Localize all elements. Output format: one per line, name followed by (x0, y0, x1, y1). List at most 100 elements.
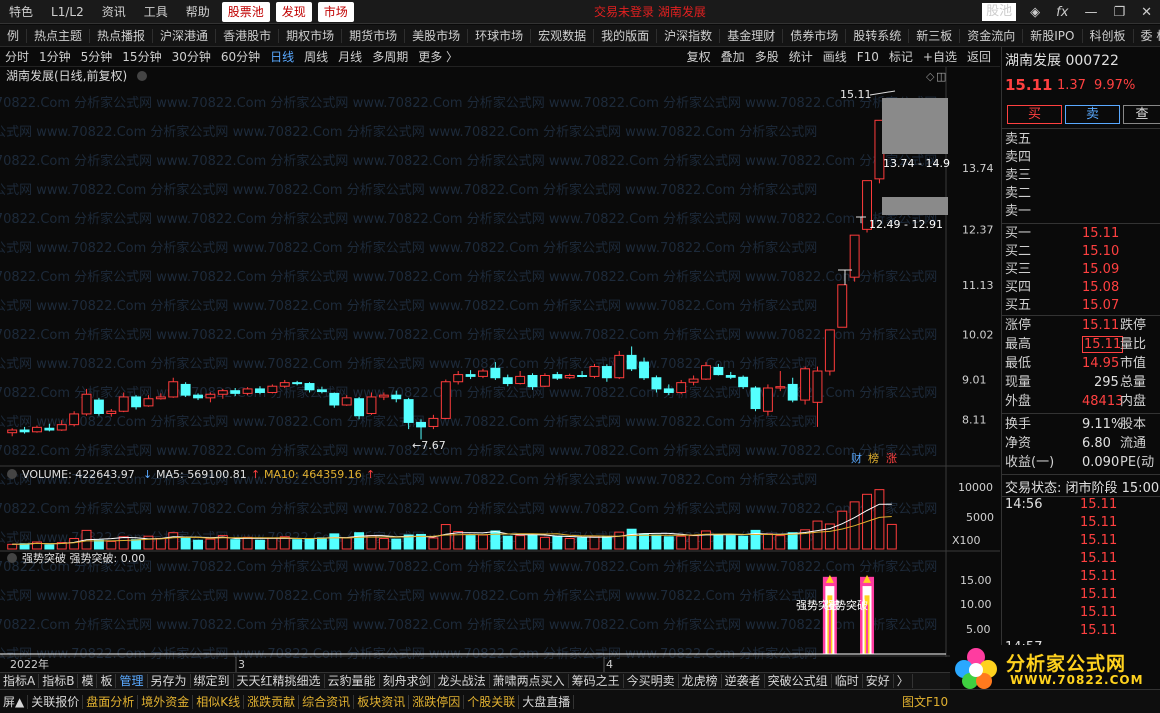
status-item-1[interactable]: 关联报价 (28, 694, 84, 709)
status-item-5[interactable]: 涨跌贡献 (244, 694, 300, 709)
formula-tab-9[interactable]: 刻舟求剑 (380, 674, 435, 688)
formula-tab-0[interactable]: 指标A (0, 674, 40, 688)
nav-item-6[interactable]: 期货市场 (342, 28, 406, 43)
formula-tab-18[interactable]: 安好 (863, 674, 894, 688)
chart-tool-3[interactable]: 统计 (784, 47, 818, 67)
nav-item-7[interactable]: 美股市场 (405, 28, 469, 43)
fx-icon[interactable]: fx (1056, 5, 1068, 20)
chart-tool-5[interactable]: F10 (852, 47, 884, 67)
stock-pool-button[interactable]: 股票池 (221, 1, 270, 22)
diamond-icon[interactable]: ◇ (926, 70, 935, 83)
period-tab-7[interactable]: 周线 (299, 48, 333, 65)
nav-item-19[interactable]: 委 标 (1134, 29, 1160, 43)
formula-tab-12[interactable]: 筹码之王 (569, 674, 624, 688)
query-button[interactable]: 查 (1123, 105, 1160, 124)
chart-tool-2[interactable]: 多股 (750, 47, 784, 67)
formula-tab-5[interactable]: 另存为 (148, 674, 191, 688)
panel-toggle-icon[interactable]: ◫ (936, 70, 946, 83)
status-item-7[interactable]: 板块资讯 (354, 694, 410, 709)
buy-button[interactable]: 买 (1007, 105, 1062, 124)
nav-item-10[interactable]: 我的版面 (594, 28, 658, 43)
formula-tab-6[interactable]: 绑定到 (191, 674, 234, 688)
indicator-panel-icon[interactable] (7, 553, 17, 563)
market-button[interactable]: 市场 (317, 1, 354, 22)
status-item-2[interactable]: 盘面分析 (83, 694, 139, 709)
status-item-6[interactable]: 综合资讯 (299, 694, 355, 709)
badge-ranking[interactable]: 榜 (868, 451, 879, 465)
nav-item-9[interactable]: 宏观数据 (531, 28, 595, 43)
period-tab-10[interactable]: 更多 〉 (413, 48, 463, 65)
nav-item-15[interactable]: 新三板 (909, 28, 961, 43)
volume-panel-icon[interactable] (7, 469, 17, 479)
badge-rise[interactable]: 涨 (886, 452, 897, 465)
status-item-9[interactable]: 个股关联 (464, 694, 520, 709)
chart-tool-6[interactable]: 标记 (884, 47, 918, 67)
formula-tab-16[interactable]: 突破公式组 (765, 674, 832, 688)
nav-item-2[interactable]: 热点播报 (90, 28, 154, 43)
nav-item-5[interactable]: 期权市场 (279, 28, 343, 43)
status-item-0[interactable]: 屏▲ (0, 694, 29, 709)
layers-icon[interactable]: ◈ (1030, 5, 1040, 20)
chart-tool-8[interactable]: 返回 (962, 47, 996, 67)
kline-chart[interactable]: www.70822.Com 分析家公式网 www.70822.Com 分析家公式… (0, 67, 1000, 672)
nav-item-17[interactable]: 新股IPO (1023, 28, 1083, 43)
nav-item-1[interactable]: 热点主题 (27, 28, 91, 43)
formula-tab-8[interactable]: 云豹量能 (325, 674, 380, 688)
nav-item-13[interactable]: 债券市场 (783, 28, 847, 43)
period-tab-1[interactable]: 1分钟 (34, 48, 76, 65)
stock-pool-badge[interactable]: 股池 (982, 3, 1017, 21)
status-item-10[interactable]: 大盘直播 (519, 694, 575, 709)
menu-news[interactable]: 资讯 (93, 0, 135, 24)
sell-button[interactable]: 卖 (1065, 105, 1120, 124)
restore-icon[interactable]: ❐ (1113, 5, 1125, 20)
status-item-4[interactable]: 相似K线 (193, 694, 245, 709)
menu-help[interactable]: 帮助 (177, 0, 219, 24)
volume-bar (230, 539, 241, 550)
nav-item-16[interactable]: 资金流向 (960, 28, 1024, 43)
nav-item-14[interactable]: 股转系统 (846, 28, 910, 43)
title-dropdown-icon[interactable] (137, 71, 147, 81)
formula-tab-19[interactable]: 〉 (894, 674, 913, 688)
menu-special[interactable]: 特色 (0, 0, 42, 24)
status-item-8[interactable]: 涨跌停因 (409, 694, 465, 709)
chart-tool-7[interactable]: +自选 (918, 47, 962, 67)
formula-tab-1[interactable]: 指标B (39, 674, 79, 688)
discover-button[interactable]: 发现 (275, 1, 312, 22)
nav-item-4[interactable]: 香港股市 (216, 28, 280, 43)
nav-item-18[interactable]: 科创板 (1083, 28, 1134, 43)
period-tab-0[interactable]: 分时 (0, 48, 34, 65)
chart-tool-1[interactable]: 叠加 (716, 47, 750, 67)
nav-item-0[interactable]: 例 (0, 28, 28, 43)
formula-tab-17[interactable]: 临时 (832, 674, 863, 688)
chart-tool-0[interactable]: 复权 (682, 47, 716, 67)
formula-tab-11[interactable]: 萧啸两点买入 (490, 674, 569, 688)
period-tab-9[interactable]: 多周期 (367, 48, 413, 65)
formula-tab-15[interactable]: 逆袭者 (722, 674, 765, 688)
nav-item-3[interactable]: 沪深港通 (153, 28, 217, 43)
nav-item-12[interactable]: 基金理财 (720, 28, 784, 43)
formula-tab-2[interactable]: 模 (78, 674, 98, 688)
formula-tab-10[interactable]: 龙头战法 (435, 674, 490, 688)
period-tab-5[interactable]: 60分钟 (216, 48, 265, 65)
f10-link[interactable]: 图文F10 (902, 693, 948, 710)
minimize-icon[interactable]: — (1084, 5, 1097, 20)
formula-tab-14[interactable]: 龙虎榜 (679, 674, 722, 688)
period-tab-2[interactable]: 5分钟 (76, 48, 118, 65)
formula-tab-13[interactable]: 今买明卖 (624, 674, 679, 688)
period-tab-4[interactable]: 30分钟 (167, 48, 216, 65)
formula-tab-3[interactable]: 板 (97, 674, 117, 688)
formula-tab-7[interactable]: 天天红精挑细选 (234, 674, 325, 688)
formula-tab-4[interactable]: 管理 (116, 674, 148, 688)
close-icon[interactable]: ✕ (1141, 5, 1152, 20)
chart-tool-4[interactable]: 画线 (818, 47, 852, 67)
period-tab-8[interactable]: 月线 (333, 48, 367, 65)
period-tab-6[interactable]: 日线 (265, 48, 299, 65)
badge-finance[interactable]: 财 (851, 451, 862, 465)
period-tab-3[interactable]: 15分钟 (117, 48, 166, 65)
menu-tools[interactable]: 工具 (135, 0, 177, 24)
status-item-3[interactable]: 境外资金 (138, 694, 194, 709)
nav-item-8[interactable]: 环球市场 (468, 28, 532, 43)
watermark-text: www.70822.Com 分析家公式网 www.70822.Com 分析家公式… (0, 153, 937, 169)
nav-item-11[interactable]: 沪深指数 (657, 28, 721, 43)
menu-level[interactable]: L1/L2 (42, 0, 93, 24)
